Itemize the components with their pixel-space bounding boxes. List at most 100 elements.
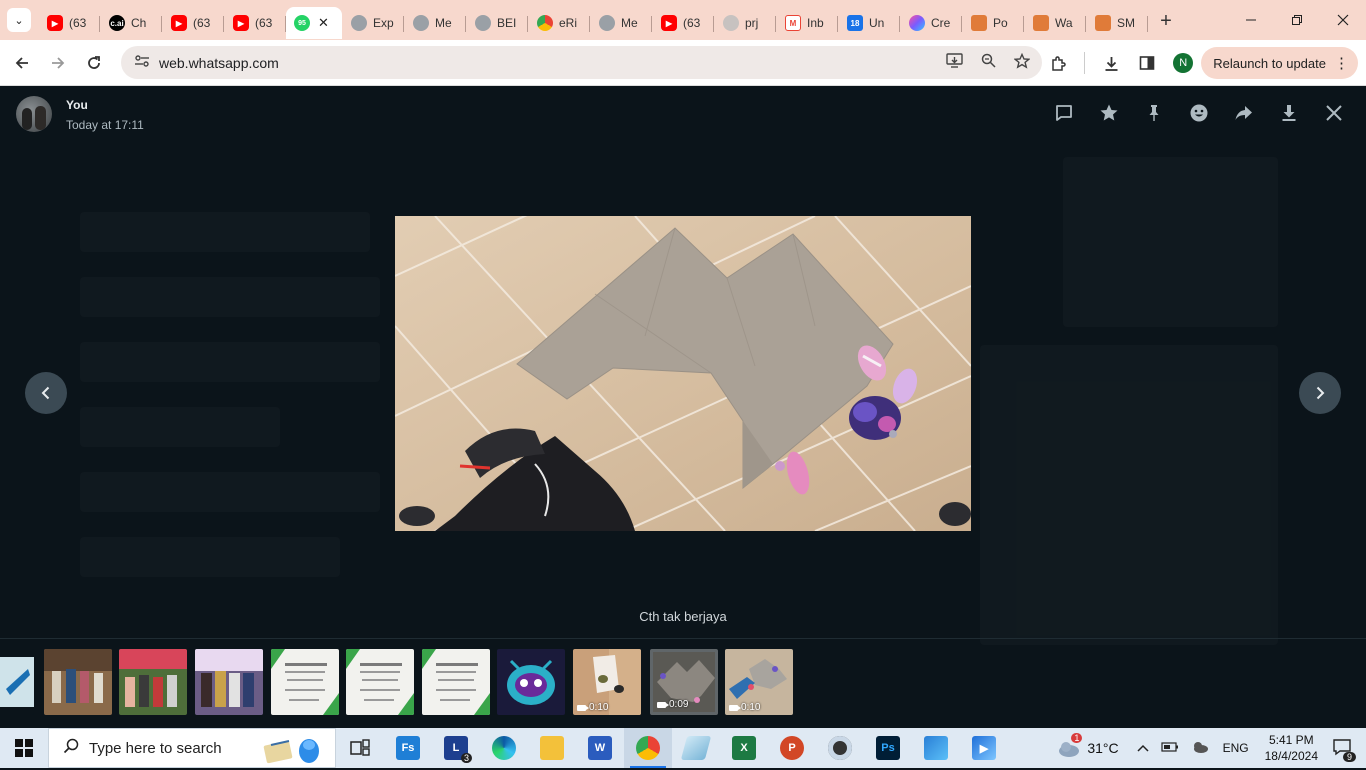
media-thumbnail[interactable] bbox=[271, 649, 339, 715]
powerpoint-icon: P bbox=[780, 736, 804, 760]
browser-tab[interactable]: ▶ (63 bbox=[162, 7, 224, 39]
browser-tab[interactable]: ▶ (63 bbox=[38, 7, 100, 39]
globe-icon bbox=[475, 15, 491, 31]
message-icon bbox=[1056, 105, 1072, 121]
taskbar-app[interactable] bbox=[480, 728, 528, 768]
calendar-icon: 18 bbox=[847, 15, 863, 31]
previous-media-button[interactable] bbox=[25, 372, 67, 414]
close-tab-icon[interactable]: ✕ bbox=[318, 15, 329, 31]
file-explorer-icon bbox=[540, 736, 564, 760]
browser-tab[interactable]: M Inb bbox=[776, 7, 838, 39]
close-viewer-button[interactable] bbox=[1320, 99, 1348, 127]
start-button[interactable] bbox=[0, 728, 48, 768]
browser-tab[interactable]: SM bbox=[1086, 7, 1148, 39]
weather-widget[interactable]: 1 31°C bbox=[1057, 733, 1119, 757]
sender-avatar[interactable] bbox=[16, 96, 52, 132]
notifications-button[interactable]: 9 bbox=[1332, 738, 1356, 762]
site-settings-icon[interactable] bbox=[127, 54, 157, 71]
go-to-message-button[interactable] bbox=[1050, 99, 1078, 127]
taskbar-app-active[interactable] bbox=[624, 728, 672, 768]
restore-button[interactable] bbox=[1274, 0, 1320, 40]
taskbar-app[interactable]: ▶ bbox=[960, 728, 1008, 768]
star-message-button[interactable] bbox=[1095, 99, 1123, 127]
clock[interactable]: 5:41 PM 18/4/2024 bbox=[1265, 732, 1318, 764]
url-text: web.whatsapp.com bbox=[159, 54, 279, 71]
tab-search-button[interactable]: ⌄ bbox=[7, 8, 31, 32]
address-bar[interactable]: web.whatsapp.com bbox=[121, 46, 1042, 79]
taskbar-search-box[interactable]: Type here to search bbox=[48, 728, 336, 768]
chevron-right-icon bbox=[1316, 386, 1325, 400]
close-icon bbox=[1326, 105, 1342, 121]
browser-tab[interactable]: ▶ (63 bbox=[652, 7, 714, 39]
install-app-icon[interactable] bbox=[946, 53, 963, 72]
browser-tab[interactable]: Me bbox=[590, 7, 652, 39]
new-tab-button[interactable]: + bbox=[1152, 10, 1180, 33]
browser-tab[interactable]: prj bbox=[714, 7, 776, 39]
browser-tab-active[interactable]: 95 ✕ bbox=[286, 7, 342, 39]
media-thumbnail[interactable] bbox=[346, 649, 414, 715]
gmail-icon: M bbox=[785, 15, 801, 31]
media-viewer: You Today at 17:11 Cth tak berjaya 0:10 … bbox=[0, 87, 1366, 728]
media-thumbnail[interactable] bbox=[497, 649, 565, 715]
reload-button[interactable] bbox=[76, 45, 112, 81]
arrow-right-icon bbox=[52, 56, 65, 69]
media-thumbnail[interactable] bbox=[195, 649, 263, 715]
windows-taskbar: Type here to search Fs L 3 W X P Ps ▶ 1 … bbox=[0, 728, 1366, 768]
extensions-button[interactable] bbox=[1040, 45, 1076, 81]
media-thumbnail[interactable] bbox=[119, 649, 187, 715]
media-thumbnail-video-selected[interactable]: 0:09 bbox=[650, 649, 718, 715]
show-hidden-icons-chevron-up-icon[interactable] bbox=[1137, 741, 1149, 755]
browser-tab[interactable]: Cre bbox=[900, 7, 962, 39]
close-window-button[interactable] bbox=[1320, 0, 1366, 40]
tab-title: Me bbox=[435, 16, 452, 30]
tab-title: (63 bbox=[193, 16, 211, 30]
next-media-button[interactable] bbox=[1299, 372, 1341, 414]
pin-message-button[interactable] bbox=[1140, 99, 1168, 127]
taskbar-app[interactable] bbox=[672, 728, 720, 768]
bookmark-star-icon[interactable] bbox=[1013, 52, 1031, 73]
media-thumbnail-video[interactable]: 0:10 bbox=[725, 649, 793, 715]
downloads-button[interactable] bbox=[1093, 45, 1129, 81]
tab-title: Cre bbox=[931, 16, 951, 30]
clock-date: 18/4/2024 bbox=[1264, 749, 1318, 763]
media-thumbnail[interactable] bbox=[0, 649, 34, 715]
taskbar-app[interactable]: Fs bbox=[384, 728, 432, 768]
taskbar-app[interactable] bbox=[912, 728, 960, 768]
media-image[interactable] bbox=[395, 216, 971, 531]
taskbar-app[interactable]: L 3 bbox=[432, 728, 480, 768]
media-thumbnail[interactable] bbox=[44, 649, 112, 715]
browser-tab[interactable]: eRi bbox=[528, 7, 590, 39]
battery-icon[interactable] bbox=[1160, 741, 1179, 756]
taskbar-app[interactable]: P bbox=[768, 728, 816, 768]
taskbar-app[interactable]: X bbox=[720, 728, 768, 768]
media-thumbnail-video[interactable]: 0:10 bbox=[573, 649, 641, 715]
browser-tab[interactable]: c.ai Ch bbox=[100, 7, 162, 39]
background-chat-ghost bbox=[80, 472, 380, 512]
browser-tab[interactable]: Wa bbox=[1024, 7, 1086, 39]
browser-tab[interactable]: BEI bbox=[466, 7, 528, 39]
minimize-button[interactable] bbox=[1228, 0, 1274, 40]
forward-button[interactable] bbox=[40, 45, 76, 81]
onedrive-cloud-icon[interactable] bbox=[1191, 741, 1209, 756]
input-language[interactable]: ENG bbox=[1223, 741, 1249, 755]
taskbar-app[interactable] bbox=[816, 728, 864, 768]
download-button[interactable] bbox=[1275, 99, 1303, 127]
taskbar-app[interactable]: W bbox=[576, 728, 624, 768]
react-button[interactable] bbox=[1185, 99, 1213, 127]
relaunch-label: Relaunch to update bbox=[1213, 55, 1326, 71]
back-button[interactable] bbox=[4, 45, 40, 81]
browser-tab[interactable]: ▶ (63 bbox=[224, 7, 286, 39]
taskbar-app[interactable] bbox=[528, 728, 576, 768]
task-view-button[interactable] bbox=[336, 728, 384, 768]
profile-avatar[interactable]: N bbox=[1173, 53, 1194, 73]
browser-tab[interactable]: Me bbox=[404, 7, 466, 39]
zoom-icon[interactable] bbox=[981, 53, 996, 72]
browser-tab[interactable]: Exp bbox=[342, 7, 404, 39]
forward-button[interactable] bbox=[1230, 99, 1258, 127]
taskbar-app[interactable]: Ps bbox=[864, 728, 912, 768]
browser-tab[interactable]: 18 Un bbox=[838, 7, 900, 39]
media-thumbnail[interactable] bbox=[422, 649, 490, 715]
side-panel-button[interactable] bbox=[1129, 45, 1165, 81]
relaunch-to-update-button[interactable]: Relaunch to update ⋮ bbox=[1201, 47, 1358, 79]
browser-tab[interactable]: Po bbox=[962, 7, 1024, 39]
